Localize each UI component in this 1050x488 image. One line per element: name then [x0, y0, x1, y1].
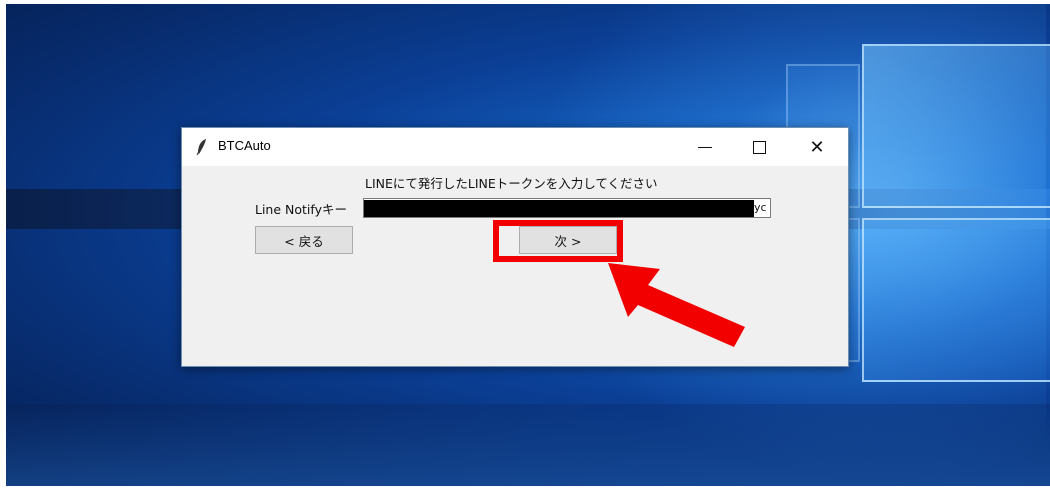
minimize-button[interactable]: [682, 128, 728, 166]
close-button[interactable]: ✕: [794, 128, 840, 166]
pointer-arrow-icon: [608, 263, 745, 347]
desktop-floor: [6, 404, 1050, 486]
line-notify-key-input[interactable]: yc: [363, 198, 771, 218]
redaction-bar: [364, 200, 754, 217]
window-pane-decor: [862, 44, 1050, 208]
window-pane-decor: [862, 218, 1050, 382]
window-title: BTCAuto: [218, 138, 271, 153]
close-icon: ✕: [809, 136, 825, 158]
line-notify-key-label: Line Notifyキー: [255, 202, 347, 217]
maximize-button[interactable]: [736, 128, 782, 166]
minimize-icon: [698, 146, 712, 148]
maximize-icon: [752, 140, 766, 154]
title-bar[interactable]: BTCAuto ✕: [182, 128, 848, 166]
back-button[interactable]: < 戻る: [255, 226, 353, 254]
instruction-text: LINEにて発行したLINEトークンを入力してください: [365, 176, 658, 191]
key-visible-suffix: yc: [754, 201, 767, 214]
feather-icon: [196, 139, 206, 156]
